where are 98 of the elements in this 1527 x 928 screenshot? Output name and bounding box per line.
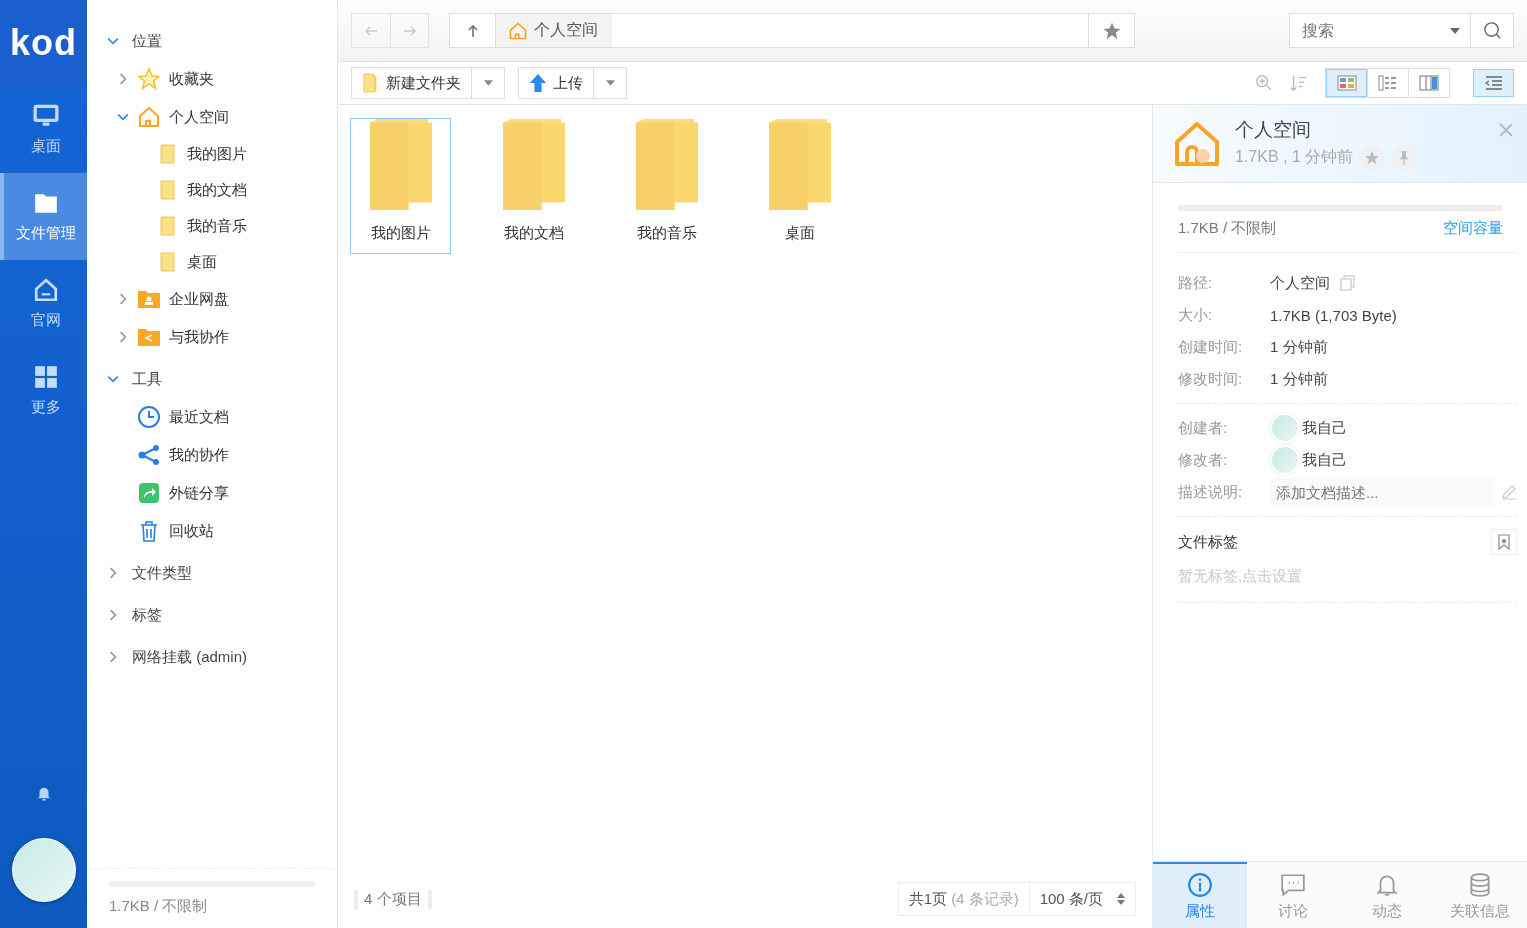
star-icon bbox=[137, 67, 161, 91]
info-icon bbox=[1186, 871, 1213, 898]
tree-item[interactable]: 个人空间 bbox=[87, 98, 337, 136]
nav-item[interactable]: 更多 bbox=[0, 347, 87, 434]
pencil-icon bbox=[1501, 484, 1517, 500]
comment-icon bbox=[1280, 871, 1307, 898]
user-avatar bbox=[1270, 413, 1300, 443]
property-label: 创建时间: bbox=[1178, 337, 1244, 357]
folder-item[interactable]: 桌面 bbox=[749, 118, 850, 254]
tree-item[interactable]: 我的文档 bbox=[87, 172, 337, 208]
clock-icon bbox=[137, 405, 161, 429]
nav-item[interactable]: 桌面 bbox=[0, 86, 87, 173]
user-avatar[interactable] bbox=[11, 838, 76, 902]
tree-item[interactable]: 回收站 bbox=[87, 512, 337, 550]
app-logo: kod bbox=[0, 0, 87, 86]
caret-down-icon bbox=[605, 80, 615, 86]
tree-section[interactable]: 网络挂载 (admin) bbox=[87, 638, 337, 676]
property-label: 路径: bbox=[1178, 273, 1214, 293]
folder-icon bbox=[767, 119, 832, 210]
property-label: 创建者: bbox=[1178, 418, 1229, 438]
description-field[interactable]: 添加文档描述... bbox=[1270, 477, 1495, 507]
tree-item[interactable]: 与我协作 bbox=[87, 318, 337, 356]
nav-item[interactable]: 官网 bbox=[0, 260, 87, 347]
tree-section[interactable]: 位置 bbox=[87, 22, 337, 60]
close-icon bbox=[1499, 123, 1513, 137]
zoom-in-icon[interactable] bbox=[1255, 74, 1273, 92]
tags-heading: 文件标签 bbox=[1178, 532, 1238, 552]
arrow-up-icon bbox=[529, 73, 547, 93]
sort-icon[interactable] bbox=[1290, 74, 1308, 92]
tree-item[interactable]: 桌面 bbox=[87, 244, 337, 280]
chevron-right-icon bbox=[107, 651, 119, 663]
user-name: 我自己 bbox=[1302, 418, 1347, 438]
add-tag-button[interactable] bbox=[1491, 529, 1517, 555]
chevron-right-icon bbox=[107, 609, 119, 621]
property-value: 1 分钟前 bbox=[1270, 337, 1328, 357]
user-avatar bbox=[1270, 445, 1300, 475]
tree-item[interactable]: 企业网盘 bbox=[87, 280, 337, 318]
details-title: 个人空间 bbox=[1235, 117, 1312, 142]
tree-item[interactable]: 最近文档 bbox=[87, 398, 337, 436]
tree-item[interactable]: 我的图片 bbox=[87, 136, 337, 172]
star-button[interactable] bbox=[1359, 144, 1386, 171]
tree-item[interactable]: 收藏夹 bbox=[87, 60, 337, 98]
details-meta: 1.7KB , 1 分钟前 bbox=[1235, 147, 1354, 167]
breadcrumb[interactable]: 个人空间 bbox=[496, 14, 612, 47]
usage-text: 1.7KB / 不限制 bbox=[1178, 219, 1277, 238]
outdent-icon bbox=[1483, 75, 1504, 91]
search-box[interactable]: 搜索 bbox=[1289, 13, 1514, 48]
list-view-icon bbox=[1377, 75, 1398, 91]
folder-item[interactable]: 我的文档 bbox=[483, 118, 584, 254]
tree-item[interactable]: 外链分享 bbox=[87, 474, 337, 512]
copy-icon[interactable] bbox=[1340, 275, 1356, 291]
path-bar[interactable]: 个人空间 bbox=[449, 13, 1135, 48]
home-icon bbox=[508, 20, 528, 41]
folder-icon bbox=[501, 119, 566, 210]
page-total: 共1页 bbox=[908, 889, 948, 909]
details-toggle-button[interactable] bbox=[1473, 69, 1514, 97]
home-icon bbox=[32, 277, 59, 303]
search-field[interactable]: 搜索 bbox=[1302, 21, 1450, 40]
grid-view-icon bbox=[1336, 75, 1357, 91]
property-value: 1.7KB (1,703 Byte) bbox=[1270, 306, 1397, 324]
bookmark-star-icon bbox=[1496, 534, 1512, 550]
tree-section[interactable]: 标签 bbox=[87, 596, 337, 634]
property-label: 修改者: bbox=[1178, 450, 1229, 470]
tree-item[interactable]: 我的音乐 bbox=[87, 208, 337, 244]
star-icon bbox=[1364, 149, 1381, 166]
home-icon bbox=[1173, 119, 1221, 168]
chevron-right-icon bbox=[107, 567, 119, 579]
folder-item[interactable]: 我的图片 bbox=[350, 118, 451, 254]
tree-item[interactable]: 我的协作 bbox=[87, 436, 337, 474]
folder-icon bbox=[634, 119, 699, 210]
property-label: 描述说明: bbox=[1178, 482, 1244, 502]
user-name: 我自己 bbox=[1302, 450, 1347, 470]
folder-icon bbox=[368, 119, 433, 210]
item-count: 4 个项目 bbox=[354, 889, 432, 909]
record-count: (4 条记录) bbox=[951, 889, 1020, 909]
nav-item[interactable]: 文件管理 bbox=[0, 173, 87, 260]
caret-down-icon bbox=[1450, 27, 1460, 34]
usage-text: 1.7KB / 不限制 bbox=[109, 897, 209, 916]
caret-down-icon bbox=[483, 80, 493, 86]
folder-item[interactable]: 我的音乐 bbox=[616, 118, 717, 254]
search-icon bbox=[1482, 21, 1502, 40]
pin-button[interactable] bbox=[1391, 144, 1418, 171]
page-size-select[interactable]: 100 条/页 bbox=[1028, 883, 1135, 915]
chevron-down-icon bbox=[107, 35, 119, 47]
monitor-icon bbox=[32, 103, 59, 129]
columns-view-icon bbox=[1418, 75, 1439, 91]
property-value: 个人空间 bbox=[1270, 273, 1330, 293]
home-icon bbox=[137, 105, 161, 129]
tree-section[interactable]: 工具 bbox=[87, 360, 337, 398]
view-mode-button[interactable] bbox=[1326, 69, 1367, 97]
property-label: 大小: bbox=[1178, 305, 1214, 325]
chevron-down-icon bbox=[107, 373, 119, 385]
apps-icon bbox=[32, 364, 59, 390]
property-value: 1 分钟前 bbox=[1270, 369, 1328, 389]
sort-arrows-icon bbox=[1117, 893, 1125, 905]
property-label: 修改时间: bbox=[1178, 369, 1244, 389]
tree-section[interactable]: 文件类型 bbox=[87, 554, 337, 592]
share-nodes-icon bbox=[137, 443, 161, 467]
